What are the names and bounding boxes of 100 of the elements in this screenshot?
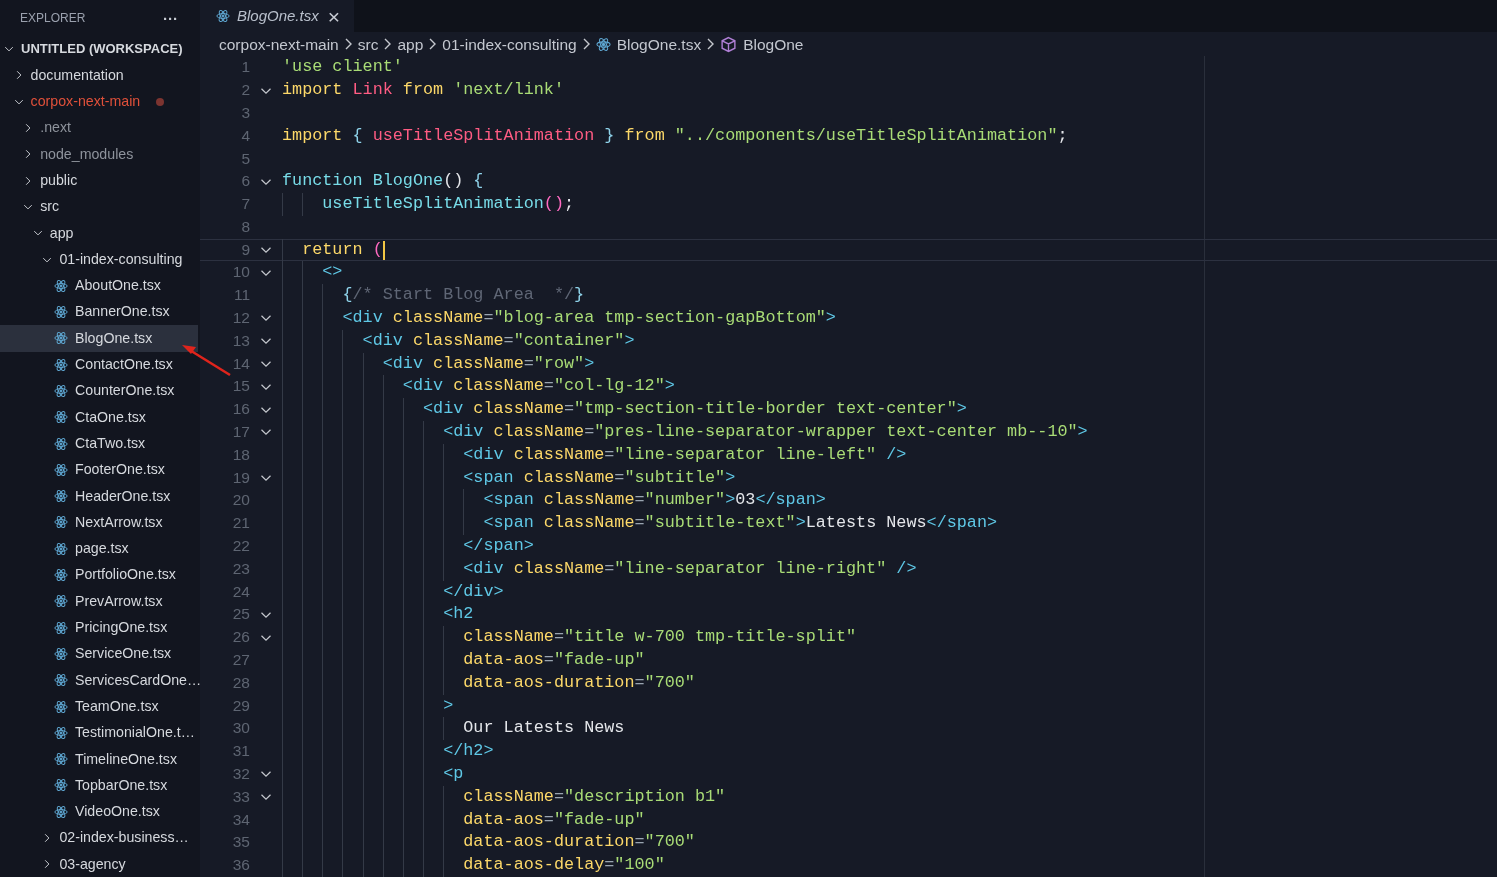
- file-item[interactable]: PrevArrow.tsx: [0, 588, 198, 615]
- atom-icon: [54, 804, 68, 819]
- file-item[interactable]: HeaderOne.tsx: [0, 483, 198, 510]
- file-item[interactable]: ContactOne.tsx: [0, 351, 198, 378]
- file-item[interactable]: TopbarOne.tsx: [0, 772, 198, 799]
- folder-item[interactable]: 03-agency: [0, 851, 198, 877]
- atom-icon: [54, 357, 68, 372]
- file-item[interactable]: FooterOne.tsx: [0, 456, 198, 484]
- file-item[interactable]: page.tsx: [0, 535, 198, 562]
- folder-item[interactable]: documentation: [0, 62, 198, 89]
- code-token: =: [564, 398, 575, 421]
- breadcrumb[interactable]: BlogOne: [720, 32, 804, 56]
- atom-icon: [54, 489, 68, 504]
- code-token: "fade-up": [553, 649, 645, 672]
- line-number: 29: [231, 695, 250, 716]
- code-token: =: [503, 329, 514, 352]
- line-number: 4: [240, 125, 250, 146]
- breadcrumb[interactable]: BlogOne.tsx: [595, 32, 702, 56]
- code-token: "row": [533, 352, 585, 375]
- code-token: data-aos-delay: [463, 854, 605, 877]
- folder-item[interactable]: 02-index-business…: [0, 824, 198, 852]
- code-token: return: [302, 238, 364, 261]
- file-item[interactable]: PricingOne.tsx: [0, 614, 198, 641]
- code-token: =: [634, 831, 645, 854]
- code-token: <p: [443, 763, 464, 785]
- code-token: "blog-area tmp-section-gapBottom": [493, 307, 826, 330]
- code-token: =: [614, 466, 625, 489]
- file-item[interactable]: PortfolioOne.tsx: [0, 561, 198, 589]
- file-item[interactable]: ServicesCardOne…: [0, 667, 198, 694]
- folder-item[interactable]: .next: [0, 114, 198, 142]
- breadcrumb[interactable]: 01-index-consulting: [442, 32, 577, 56]
- workspace-header[interactable]: UNTITLED (WORKSPACE): [0, 36, 198, 63]
- atom-icon: [54, 462, 68, 477]
- code-token: className: [463, 626, 554, 649]
- line-number: 30: [231, 718, 250, 739]
- code-token: className: [493, 421, 585, 444]
- more-button[interactable]: ···: [161, 10, 180, 26]
- breadcrumb[interactable]: app: [397, 32, 424, 56]
- atom-icon: [54, 620, 68, 635]
- code-token: "number": [644, 489, 726, 512]
- file-item[interactable]: BannerOne.tsx: [0, 298, 198, 326]
- code-token: "col-lg-12": [553, 375, 665, 398]
- close-button[interactable]: ×: [325, 5, 342, 27]
- folder-item[interactable]: app: [0, 220, 198, 247]
- folder-item[interactable]: 01-index-consulting: [0, 246, 198, 273]
- code-token: </div>: [443, 580, 504, 603]
- file-item[interactable]: TimelineOne.tsx: [0, 746, 198, 773]
- folder-item[interactable]: src: [0, 193, 198, 221]
- line-number: 34: [231, 809, 250, 830]
- file-item[interactable]: CtaOne.tsx: [0, 404, 198, 431]
- code-token: >: [584, 352, 595, 375]
- code-token: Latests News: [805, 512, 927, 535]
- file-item[interactable]: NextArrow.tsx: [0, 509, 198, 536]
- code-token: <div: [463, 557, 505, 580]
- file-item[interactable]: ServiceOne.tsx: [0, 640, 198, 668]
- code-token: "line-separator line-left": [614, 443, 877, 466]
- code-token: {: [352, 124, 364, 147]
- code-token: <div: [342, 307, 384, 330]
- code-token: "fade-up": [553, 808, 645, 831]
- code-token: data-aos: [463, 649, 544, 672]
- line-number: 5: [240, 148, 250, 169]
- editor-tab[interactable]: BlogOne.tsx ×: [200, 0, 354, 33]
- code-token: import: [282, 124, 344, 147]
- file-item[interactable]: TestimonialOne.t…: [0, 719, 198, 746]
- line-number: 3: [240, 102, 250, 123]
- code-token: className: [412, 329, 504, 352]
- file-item[interactable]: BlogOne.tsx: [0, 325, 198, 352]
- file-item[interactable]: AboutOne.tsx: [0, 272, 198, 299]
- code-token: =: [634, 671, 645, 694]
- cube-icon: [720, 35, 738, 53]
- code-token: (): [543, 193, 564, 216]
- code-token: =: [634, 489, 645, 512]
- line-number: 27: [231, 650, 250, 671]
- breadcrumb[interactable]: corpox-next-main: [219, 32, 339, 56]
- code-token: "line-separator line-right": [614, 557, 887, 580]
- code-token: >: [664, 375, 675, 398]
- code-token: >: [725, 489, 736, 512]
- code-token: <span: [483, 489, 535, 512]
- atom-icon: [54, 436, 68, 451]
- line-number: 6: [240, 171, 250, 192]
- code-token: =: [584, 421, 595, 444]
- breadcrumb[interactable]: src: [357, 32, 379, 56]
- code-token: </span>: [926, 512, 998, 535]
- line-number: 14: [231, 353, 250, 374]
- folder-item[interactable]: node_modules: [0, 141, 198, 168]
- line-number: 11: [232, 285, 250, 306]
- code-token: =: [604, 557, 615, 580]
- file-item[interactable]: CtaTwo.tsx: [0, 430, 198, 457]
- folder-item[interactable]: public: [0, 167, 198, 194]
- file-item[interactable]: TeamOne.tsx: [0, 693, 198, 720]
- code-token: ;: [1057, 124, 1068, 147]
- file-item[interactable]: VideoOne.tsx: [0, 798, 198, 825]
- code-token: "pres-line-separator-wrapper text-center mb--10": [594, 421, 1078, 444]
- code-token: "container": [513, 329, 625, 352]
- file-item[interactable]: CounterOne.tsx: [0, 377, 198, 405]
- line-number: 19: [231, 467, 250, 488]
- atom-icon: [54, 278, 68, 293]
- folder-item[interactable]: corpox-next-main: [0, 88, 198, 115]
- line-number: 22: [231, 536, 250, 557]
- code-token: =: [553, 785, 564, 808]
